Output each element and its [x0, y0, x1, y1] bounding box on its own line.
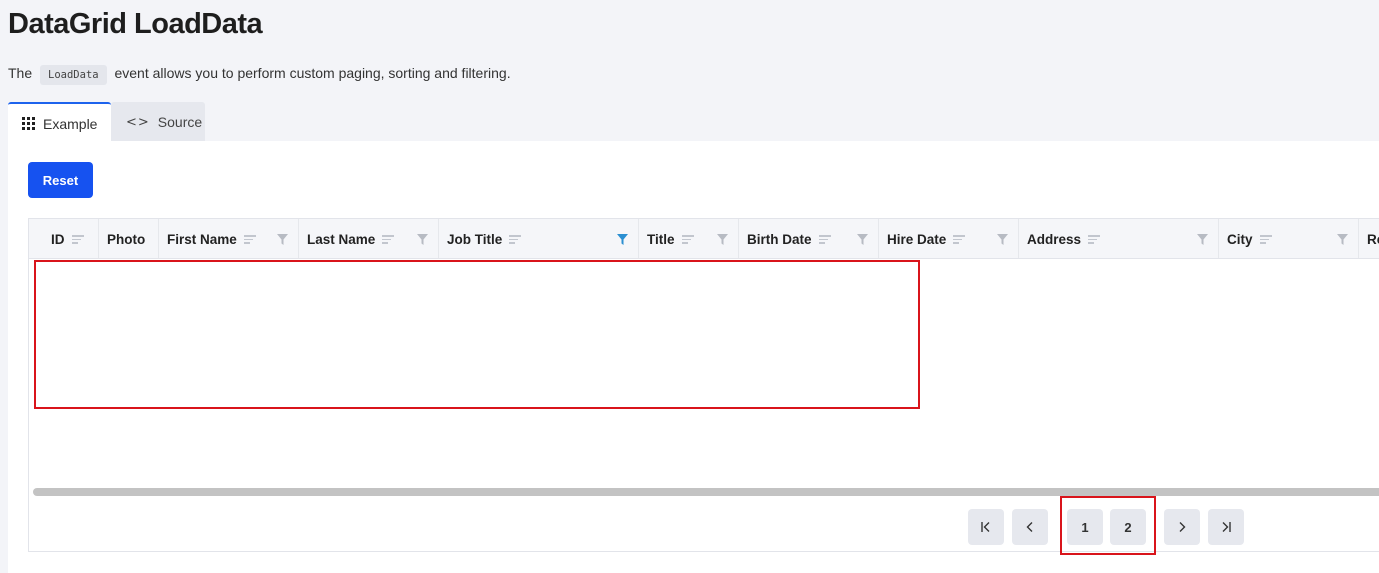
- first-page-icon: [980, 521, 992, 533]
- filter-icon[interactable]: [1197, 234, 1208, 245]
- page-description: The LoadData event allows you to perform…: [8, 62, 511, 86]
- sort-icon[interactable]: [243, 235, 256, 244]
- column-label: Birth Date: [747, 231, 812, 247]
- sort-icon[interactable]: [71, 235, 84, 244]
- page-1-button[interactable]: 1: [1067, 509, 1103, 545]
- filter-icon[interactable]: [417, 234, 428, 245]
- column-header-birth-date[interactable]: Birth Date: [739, 219, 879, 258]
- reset-button[interactable]: Reset: [28, 162, 93, 198]
- column-header-city[interactable]: City: [1219, 219, 1359, 258]
- column-label: First Name: [167, 231, 237, 247]
- column-header-hire-date[interactable]: Hire Date: [879, 219, 1019, 258]
- grid-icon: [22, 117, 35, 130]
- column-header-id[interactable]: ID: [29, 219, 99, 258]
- column-label: Re: [1367, 231, 1379, 247]
- sort-icon[interactable]: [382, 235, 395, 244]
- data-grid: ID Photo First Name Last Name Job Title: [28, 218, 1379, 552]
- filter-icon[interactable]: [717, 234, 728, 245]
- sort-icon[interactable]: [681, 235, 694, 244]
- next-page-button[interactable]: [1164, 509, 1200, 545]
- column-label: Hire Date: [887, 231, 947, 247]
- description-text-after: event allows you to perform custom pagin…: [114, 65, 511, 81]
- last-page-icon: [1220, 521, 1232, 533]
- column-label: Photo: [107, 231, 146, 247]
- column-label: Address: [1027, 231, 1082, 247]
- pager: 1 2: [29, 509, 1379, 545]
- filter-icon[interactable]: [277, 234, 288, 245]
- column-label: City: [1227, 231, 1253, 247]
- column-header-address[interactable]: Address: [1019, 219, 1219, 258]
- column-header-last-name[interactable]: Last Name: [299, 219, 439, 258]
- example-panel: Reset ID Photo First Name Last Name Job …: [8, 141, 1379, 573]
- sort-icon[interactable]: [1259, 235, 1272, 244]
- column-label: Last Name: [307, 231, 376, 247]
- prev-page-icon: [1024, 521, 1036, 533]
- column-header-region[interactable]: Re: [1359, 219, 1379, 258]
- sort-icon[interactable]: [818, 235, 831, 244]
- filter-active-icon[interactable]: [617, 234, 628, 245]
- grid-header: ID Photo First Name Last Name Job Title: [29, 219, 1379, 259]
- tab-source-label: Source: [157, 114, 203, 130]
- column-header-photo: Photo: [99, 219, 159, 258]
- column-header-title[interactable]: Title: [639, 219, 739, 258]
- tab-example[interactable]: Example: [8, 102, 111, 143]
- page-2-button[interactable]: 2: [1110, 509, 1146, 545]
- next-page-icon: [1176, 521, 1188, 533]
- column-label: Job Title: [447, 231, 503, 247]
- column-label: ID: [51, 231, 65, 247]
- horizontal-scrollbar[interactable]: [33, 488, 1379, 496]
- column-header-job-title[interactable]: Job Title: [439, 219, 639, 258]
- code-icon: <>: [126, 114, 150, 130]
- prev-page-button[interactable]: [1012, 509, 1048, 545]
- filter-icon[interactable]: [997, 234, 1008, 245]
- sort-icon[interactable]: [1088, 235, 1101, 244]
- filter-icon[interactable]: [857, 234, 868, 245]
- loaddata-code: LoadData: [40, 65, 107, 85]
- tab-example-label: Example: [43, 115, 98, 132]
- tab-source[interactable]: <> Source: [111, 102, 205, 142]
- page-title: DataGrid LoadData: [8, 8, 263, 40]
- description-text-before: The: [8, 65, 33, 81]
- first-page-button[interactable]: [968, 509, 1004, 545]
- column-header-first-name[interactable]: First Name: [159, 219, 299, 258]
- last-page-button[interactable]: [1208, 509, 1244, 545]
- grid-body: [29, 259, 1379, 484]
- column-label: Title: [647, 231, 675, 247]
- filter-icon[interactable]: [1337, 234, 1348, 245]
- sort-icon[interactable]: [509, 235, 522, 244]
- sort-icon[interactable]: [953, 235, 966, 244]
